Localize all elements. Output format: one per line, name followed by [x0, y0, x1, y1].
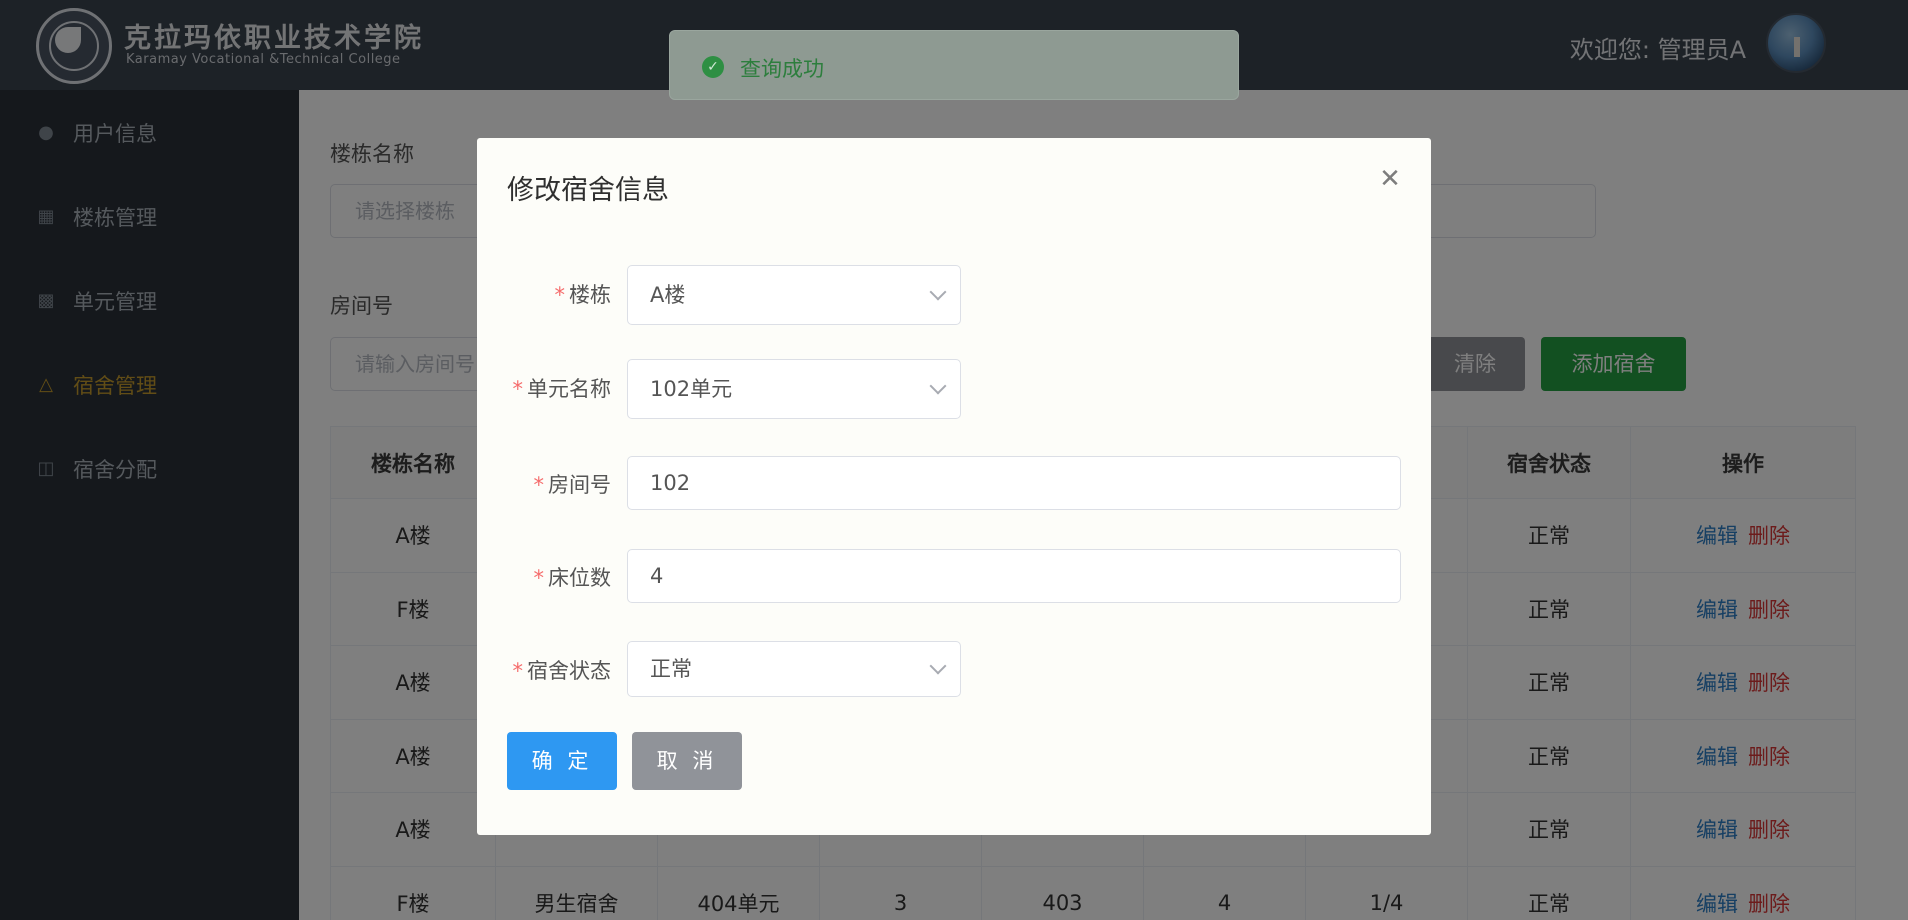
- required-mark: *: [554, 283, 566, 307]
- unit-select[interactable]: 102单元: [627, 359, 961, 419]
- confirm-button[interactable]: 确 定: [507, 732, 617, 790]
- success-toast: ✓ 查询成功: [669, 30, 1239, 100]
- chevron-down-icon: [929, 657, 947, 675]
- unit-select-value: 102单元: [650, 377, 733, 401]
- bed-count-input[interactable]: 4: [627, 549, 1401, 603]
- building-select-value: A楼: [650, 283, 686, 307]
- building-field-label: * 楼栋: [477, 279, 612, 309]
- required-mark: *: [512, 659, 524, 683]
- dialog-title: 修改宿舍信息: [507, 175, 669, 206]
- status-field-label: * 宿舍状态: [477, 655, 612, 685]
- status-select-value: 正常: [650, 657, 692, 681]
- required-mark: *: [533, 566, 545, 590]
- required-mark: *: [512, 377, 524, 401]
- room-field-label: * 房间号: [477, 469, 612, 499]
- status-select[interactable]: 正常: [627, 641, 961, 697]
- building-select[interactable]: A楼: [627, 265, 961, 325]
- unit-label-text: 单元名称: [527, 377, 611, 401]
- chevron-down-icon: [929, 377, 947, 395]
- room-number-input[interactable]: 102: [627, 456, 1401, 510]
- required-mark: *: [533, 473, 545, 497]
- edit-dorm-dialog: 修改宿舍信息 ✕ * 楼栋 A楼 * 单元名称 102单元 * 房间号 102 * 床位…: [477, 138, 1431, 835]
- close-icon[interactable]: ✕: [1377, 166, 1403, 192]
- building-label-text: 楼栋: [569, 283, 611, 307]
- beds-field-label: * 床位数: [477, 562, 612, 592]
- chevron-down-icon: [929, 283, 947, 301]
- cancel-button[interactable]: 取 消: [632, 732, 742, 790]
- status-label-text: 宿舍状态: [527, 659, 611, 683]
- room-label-text: 房间号: [548, 473, 611, 497]
- beds-label-text: 床位数: [548, 566, 611, 590]
- check-circle-icon: ✓: [702, 56, 724, 78]
- unit-field-label: * 单元名称: [477, 373, 612, 403]
- toast-message: 查询成功: [740, 57, 824, 81]
